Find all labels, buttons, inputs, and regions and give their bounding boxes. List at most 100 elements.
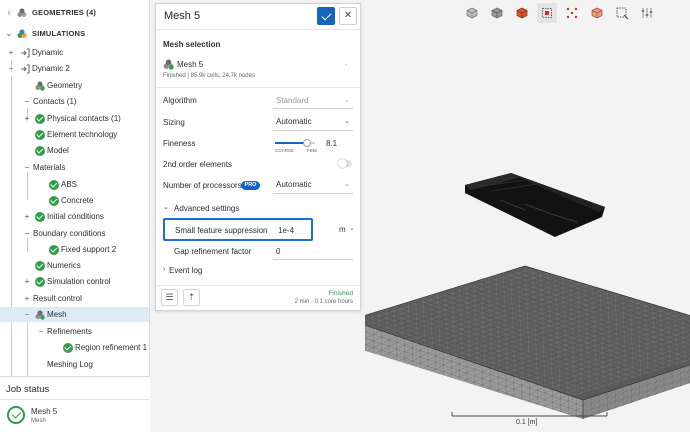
check-circle-icon: [35, 129, 45, 140]
sizing-label: Sizing: [163, 118, 185, 127]
check-circle-icon: [35, 145, 45, 156]
small-feature-suppression-input[interactable]: 1e-4: [278, 226, 294, 235]
collapse-icon[interactable]: −: [23, 307, 31, 322]
job-finished-icon: [7, 406, 25, 424]
expand-icon[interactable]: +: [23, 274, 31, 289]
tree-item-geometry[interactable]: Geometry: [0, 78, 149, 93]
expand-icon[interactable]: +: [7, 45, 15, 60]
check-circle-icon: [35, 260, 45, 271]
mesh-selection-heading: Mesh selection: [163, 40, 221, 49]
tree-item-materials[interactable]: − Materials: [0, 160, 149, 175]
status-text: Finished: [328, 290, 353, 297]
gap-refinement-input[interactable]: 0: [276, 247, 280, 256]
simulation-run-icon: [21, 48, 30, 57]
tree-item-label: Element technology: [47, 130, 118, 139]
check-circle-icon: [35, 276, 45, 287]
sizing-select[interactable]: Automatic: [276, 117, 312, 126]
upload-icon[interactable]: ⇡: [183, 289, 200, 306]
tree-item-model[interactable]: Model: [0, 143, 149, 158]
tree-item-mesh[interactable]: − Mesh: [0, 307, 149, 322]
unit-select[interactable]: m: [339, 225, 346, 234]
mesh-dialog: Mesh 5 ✕ Mesh selection Mesh 5 Finished …: [155, 3, 361, 311]
divider: [156, 87, 360, 88]
fine-label: FINE: [307, 148, 318, 153]
second-order-toggle[interactable]: [338, 159, 352, 168]
simulation-run-icon: [21, 64, 30, 73]
tree-item-meshing-log[interactable]: Meshing Log: [0, 357, 149, 372]
duration-text: 2 min · 0.1 core hours: [294, 299, 353, 305]
tree-item-abs[interactable]: ABS: [0, 177, 149, 192]
job-name[interactable]: Mesh 5: [31, 407, 57, 416]
tree-item-boundary-conditions[interactable]: − Boundary conditions: [0, 226, 149, 241]
tree-item-label: Refinements: [47, 327, 92, 336]
tree-item-initial-conditions[interactable]: + Initial conditions: [0, 209, 149, 224]
mesh-select-dropdown-icon[interactable]: -: [345, 62, 347, 68]
tree-item-numerics[interactable]: Numerics: [0, 258, 149, 273]
mesh-select-value[interactable]: Mesh 5: [177, 60, 203, 69]
chevron-right-icon[interactable]: ›: [163, 266, 165, 273]
tree-item-contacts[interactable]: − Contacts (1): [0, 94, 149, 109]
tree-item-concrete[interactable]: Concrete: [0, 193, 149, 208]
tree-item-label: Materials: [33, 163, 66, 172]
mesh-icon: [35, 310, 45, 320]
tree-item-label: Simulation control: [47, 277, 111, 286]
advanced-settings-toggle[interactable]: Advanced settings: [174, 204, 239, 213]
tree-item-label: Meshing Log: [47, 360, 93, 369]
collapse-icon[interactable]: −: [23, 160, 31, 175]
tree-item-physical-contacts[interactable]: + Physical contacts (1): [0, 111, 149, 126]
part-geometry[interactable]: [465, 173, 605, 237]
tree-item-fixed-support-2[interactable]: Fixed support 2: [0, 242, 149, 257]
confirm-button[interactable]: [317, 7, 335, 25]
small-feature-suppression-row: Small feature suppression 1e-4: [163, 218, 313, 241]
expand-icon[interactable]: +: [23, 209, 31, 224]
expand-icon[interactable]: +: [23, 111, 31, 126]
tree-item-element-technology[interactable]: Element technology: [0, 127, 149, 142]
meshed-slab[interactable]: [365, 262, 690, 429]
tree-item-label: Contacts (1): [33, 97, 77, 106]
fineness-value: 8.1: [326, 139, 338, 148]
chevron-right-icon[interactable]: ›: [5, 5, 13, 20]
tree-item-region-refinement-1[interactable]: Region refinement 1: [0, 340, 149, 355]
tree-item-result-control[interactable]: + Result control: [0, 291, 149, 306]
collapse-icon[interactable]: −: [7, 61, 15, 76]
algorithm-select[interactable]: Standard: [276, 96, 308, 105]
list-icon[interactable]: ☰: [161, 289, 178, 306]
3d-viewport[interactable]: 0.1 [m]: [365, 0, 690, 432]
fineness-slider[interactable]: [275, 139, 315, 147]
tree-item-label: Initial conditions: [47, 212, 104, 221]
tree-item-simulations[interactable]: ⌄ SIMULATIONS: [0, 26, 149, 41]
chevron-down-icon: ⌄: [344, 97, 350, 104]
processors-label: Number of processors: [163, 181, 242, 190]
check-circle-icon: [63, 342, 73, 353]
tree-item-label: Fixed support 2: [61, 245, 117, 254]
close-button[interactable]: ✕: [339, 7, 357, 25]
check-circle-icon: [35, 211, 45, 222]
tree-item-label: Concrete: [61, 196, 94, 205]
small-feature-suppression-label: Small feature suppression: [175, 226, 268, 235]
chevron-down-icon[interactable]: ⌄: [163, 203, 169, 211]
algorithm-label: Algorithm: [163, 96, 197, 105]
divider: [273, 130, 353, 131]
expand-icon[interactable]: +: [23, 291, 31, 306]
gap-refinement-label: Gap refinement factor: [174, 247, 252, 256]
tree-item-geometries[interactable]: › GEOMETRIES (4): [0, 5, 149, 20]
tree-item-label: Dynamic: [32, 48, 64, 57]
collapse-icon[interactable]: −: [37, 324, 45, 339]
scale-label: 0.1 [m]: [516, 419, 538, 426]
processors-select[interactable]: Automatic: [276, 180, 312, 189]
tree-item-label: Result control: [33, 294, 82, 303]
tree-item-refinements[interactable]: − Refinements: [0, 324, 149, 339]
tree-item-dynamic-2[interactable]: − Dynamic 2: [0, 61, 149, 76]
fineness-slider-handle[interactable]: [303, 139, 312, 147]
tree-item-dynamic[interactable]: + Dynamic: [0, 45, 149, 60]
event-log-toggle[interactable]: Event log: [169, 266, 202, 275]
divider: [156, 285, 360, 286]
mesh-info: Finished | 85.9k cells, 24.7k nodes: [163, 73, 255, 79]
collapse-icon[interactable]: −: [23, 226, 31, 241]
collapse-icon[interactable]: −: [23, 94, 31, 109]
chevron-down-icon[interactable]: ⌄: [5, 26, 13, 41]
tree-item-simulation-control[interactable]: + Simulation control: [0, 274, 149, 289]
job-type: Mesh: [31, 418, 46, 424]
geometry-icon: [17, 8, 27, 17]
chevron-down-icon: ⌄: [344, 181, 350, 188]
